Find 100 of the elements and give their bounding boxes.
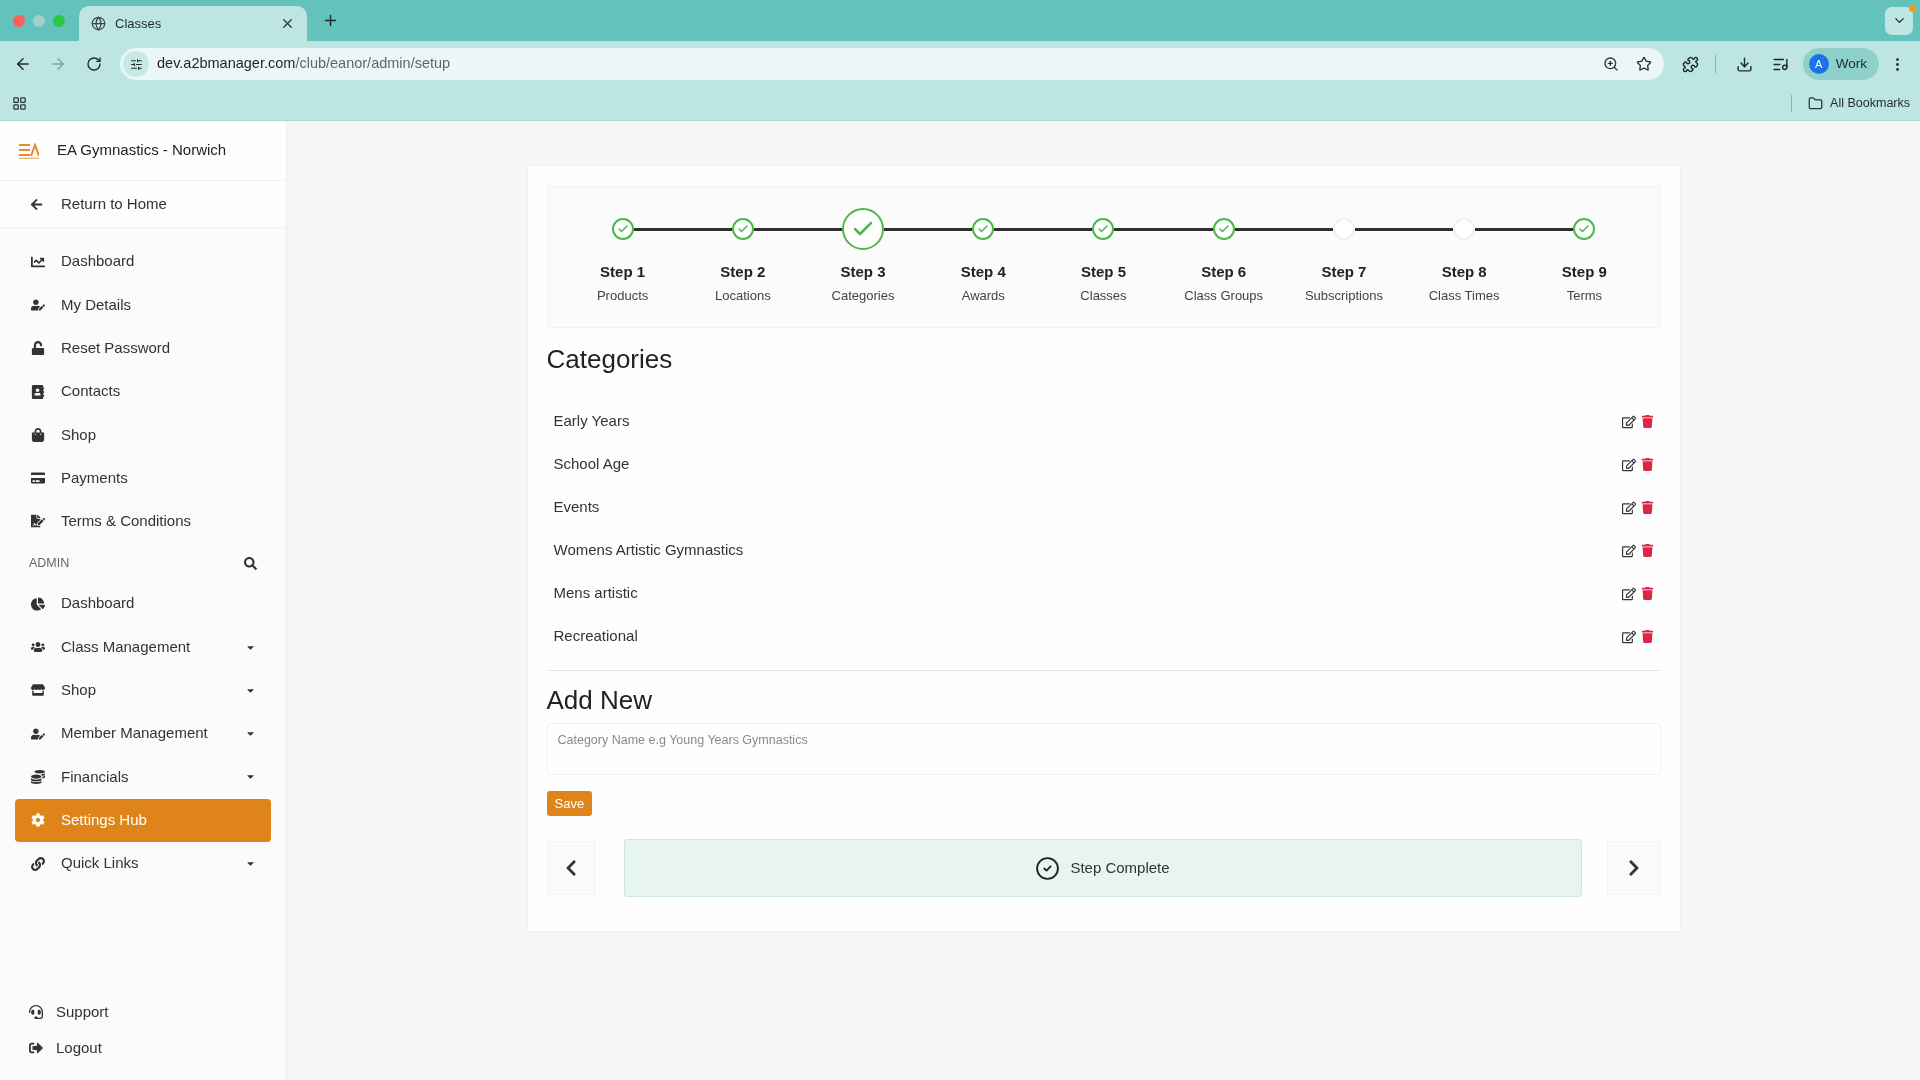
profile-avatar-icon: A [1808, 54, 1829, 74]
people-group-icon [31, 640, 45, 654]
sidebar-item[interactable]: Member Management [15, 711, 271, 756]
bookmark-star-icon[interactable] [1635, 56, 1652, 72]
sidebar-item[interactable]: Support [15, 994, 271, 1030]
club-logo-icon [19, 142, 39, 159]
search-icon[interactable] [244, 557, 257, 571]
edit-icon[interactable] [1621, 500, 1636, 515]
headset-icon [29, 1005, 43, 1019]
trash-icon[interactable] [1640, 544, 1654, 557]
apps-grid-icon[interactable] [12, 96, 27, 111]
shopping-bag-icon [31, 427, 45, 442]
sidebar-item[interactable]: Logout [15, 1030, 271, 1066]
step-label: Class Groups [1184, 286, 1264, 305]
pie-chart-icon [31, 596, 45, 611]
category-name: Early Years [553, 411, 630, 432]
step-title: Step 7 [1321, 262, 1367, 282]
line-chart-icon [31, 254, 45, 269]
trash-icon[interactable] [1640, 501, 1654, 514]
zoom-icon[interactable] [1602, 56, 1619, 72]
signed-document-icon [31, 514, 45, 529]
step-check-icon[interactable] [611, 218, 634, 240]
browser-tab[interactable]: Classes [79, 6, 307, 41]
category-name: Events [553, 497, 600, 518]
step-check-icon[interactable] [731, 218, 754, 240]
new-tab-icon[interactable] [322, 12, 339, 29]
link-icon [31, 856, 45, 871]
step-title: Step 9 [1561, 262, 1607, 282]
category-name: School Age [553, 454, 630, 475]
storefront-icon [31, 683, 45, 698]
edit-icon[interactable] [1621, 586, 1636, 601]
step-check-icon[interactable] [1092, 218, 1115, 240]
sidebar-item[interactable]: Terms & Conditions [15, 499, 271, 544]
folder-icon [1808, 96, 1824, 111]
step-title: Step 2 [720, 262, 766, 282]
step-check-icon[interactable] [972, 218, 995, 240]
trash-icon[interactable] [1640, 630, 1654, 643]
edit-icon[interactable] [1621, 414, 1636, 429]
sidebar-item[interactable]: Shop [15, 413, 271, 457]
back-icon[interactable] [14, 55, 32, 73]
sidebar-item[interactable]: Shop [15, 668, 271, 712]
next-button[interactable] [1606, 841, 1661, 895]
step-label: Subscriptions [1304, 286, 1383, 305]
step-check-icon[interactable] [1573, 218, 1596, 240]
profile-button[interactable]: A Work [1802, 48, 1879, 80]
trash-icon[interactable] [1640, 415, 1654, 428]
sidebar-item[interactable]: Reset Password [15, 326, 271, 370]
sidebar-item[interactable]: Dashboard [15, 582, 271, 626]
download-icon[interactable] [1735, 55, 1753, 73]
user-pen-icon [31, 297, 45, 312]
trash-icon[interactable] [1640, 587, 1654, 600]
step-label: Locations [715, 286, 771, 305]
section-title: Add New [546, 684, 653, 716]
trash-icon[interactable] [1640, 458, 1654, 471]
site-settings-icon[interactable] [123, 51, 149, 77]
edit-icon[interactable] [1621, 629, 1636, 644]
step-label: Awards [961, 286, 1005, 305]
step-label: Products [596, 286, 649, 305]
step-label: Terms [1566, 286, 1603, 305]
step-label: Categories [831, 286, 895, 305]
step-title: Step 3 [840, 262, 886, 282]
arrow-left-icon [30, 197, 43, 211]
edit-icon[interactable] [1621, 457, 1636, 472]
step-title: Step 4 [960, 262, 1006, 282]
step-title: Step 5 [1080, 262, 1126, 282]
section-heading: ADMIN [29, 555, 70, 573]
category-name: Womens Artistic Gymnastics [553, 540, 744, 561]
credit-card-icon [31, 471, 45, 486]
sidebar-item[interactable]: Contacts [15, 369, 271, 414]
status-text: Step Complete [1070, 857, 1170, 878]
sidebar-item[interactable]: Payments [15, 456, 271, 500]
globe-icon [91, 16, 106, 31]
sidebar-item[interactable]: Dashboard [15, 240, 271, 284]
unlocked-padlock-icon [31, 341, 45, 356]
step-check-icon[interactable] [1212, 218, 1235, 240]
club-name: EA Gymnastics - Norwich [57, 140, 227, 161]
step-title: Step 6 [1201, 262, 1247, 282]
sidebar-item[interactable]: My Details [15, 283, 271, 327]
logout-icon [29, 1041, 43, 1055]
reload-icon[interactable] [86, 56, 102, 72]
edit-icon[interactable] [1621, 543, 1636, 558]
url-text: dev.a2bmanager.com/club/eanor/admin/setup [157, 54, 451, 74]
previous-button[interactable] [546, 841, 595, 895]
step-title: Step 1 [600, 262, 646, 282]
extensions-icon[interactable] [1681, 55, 1699, 73]
circle-check-icon [1035, 855, 1061, 881]
coin-stack-icon [31, 769, 45, 784]
category-name-input[interactable]: Category Name e.g Young Years Gymnastics [546, 723, 1661, 775]
step-check-icon[interactable] [842, 208, 885, 250]
category-name: Recreational [553, 626, 638, 647]
section-title: Categories [546, 343, 674, 375]
settings-icon [31, 813, 45, 828]
address-bar[interactable]: dev.a2bmanager.com/club/eanor/admin/setup [120, 48, 1664, 80]
step-label: Classes [1080, 286, 1127, 305]
sidebar-item[interactable]: Class Management [15, 625, 271, 669]
close-icon[interactable] [280, 16, 295, 31]
sidebar-item[interactable]: Quick Links [15, 841, 271, 886]
sidebar-item[interactable]: Financials [15, 755, 271, 799]
step-title: Step 8 [1441, 262, 1487, 282]
all-bookmarks-button[interactable]: All Bookmarks [1808, 94, 1910, 113]
